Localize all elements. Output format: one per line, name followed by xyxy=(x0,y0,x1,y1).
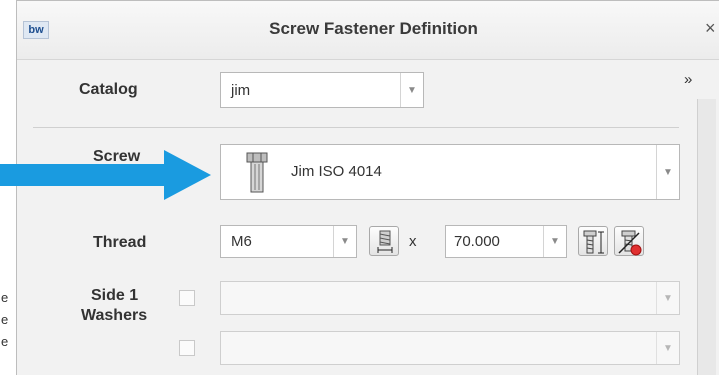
multiply-sign: x xyxy=(409,233,417,250)
chevron-down-icon: ▼ xyxy=(656,145,679,199)
screw-value: Jim ISO 4014 xyxy=(291,163,382,180)
washers-label-line2: Washers xyxy=(81,307,148,324)
washer-1-checkbox[interactable] xyxy=(179,290,195,306)
screw-alert-button[interactable] xyxy=(614,226,644,256)
side-panel-rail xyxy=(697,99,716,375)
edge-fragment: e xyxy=(1,312,9,327)
bolt-icon xyxy=(245,152,269,199)
thread-label: Thread xyxy=(93,234,147,251)
washer-2-select[interactable]: ▼ xyxy=(220,331,680,365)
chevron-down-icon: ▼ xyxy=(400,73,423,107)
thread-size-value: M6 xyxy=(231,233,252,250)
screw-select[interactable]: Jim ISO 4014 ▼ xyxy=(220,144,680,200)
close-button[interactable]: × xyxy=(705,18,716,39)
washer-2-checkbox[interactable] xyxy=(179,340,195,356)
screw-measure-button[interactable] xyxy=(578,226,608,256)
annotation-arrow xyxy=(0,150,211,200)
chevron-down-icon: ▼ xyxy=(656,282,679,314)
thread-length-select[interactable]: 70.000 ▼ xyxy=(445,225,567,258)
screw-alert-icon xyxy=(618,230,642,256)
edge-fragment: e xyxy=(1,290,9,305)
catalog-value: jim xyxy=(231,82,251,99)
section-divider xyxy=(33,127,679,128)
edge-fragment: e xyxy=(1,334,9,349)
catalog-label: Catalog xyxy=(79,81,138,98)
title-bar[interactable]: bw Screw Fastener Definition × xyxy=(17,1,719,60)
chevron-down-icon: ▼ xyxy=(333,226,356,257)
expand-panel-button[interactable]: » xyxy=(684,71,692,88)
catalog-select[interactable]: jim ▼ xyxy=(220,72,424,108)
screw-measure-icon xyxy=(583,230,604,254)
thread-length-button[interactable] xyxy=(369,226,399,256)
washer-1-select[interactable]: ▼ xyxy=(220,281,680,315)
chevron-down-icon: ▼ xyxy=(543,226,566,257)
thread-size-select[interactable]: M6 ▼ xyxy=(220,225,357,258)
dialog-title: Screw Fastener Definition xyxy=(269,19,478,38)
thread-length-icon xyxy=(377,230,393,253)
chevron-down-icon: ▼ xyxy=(656,332,679,364)
thread-length-value: 70.000 xyxy=(454,233,500,250)
washers-label-line1: Side 1 xyxy=(91,287,139,304)
